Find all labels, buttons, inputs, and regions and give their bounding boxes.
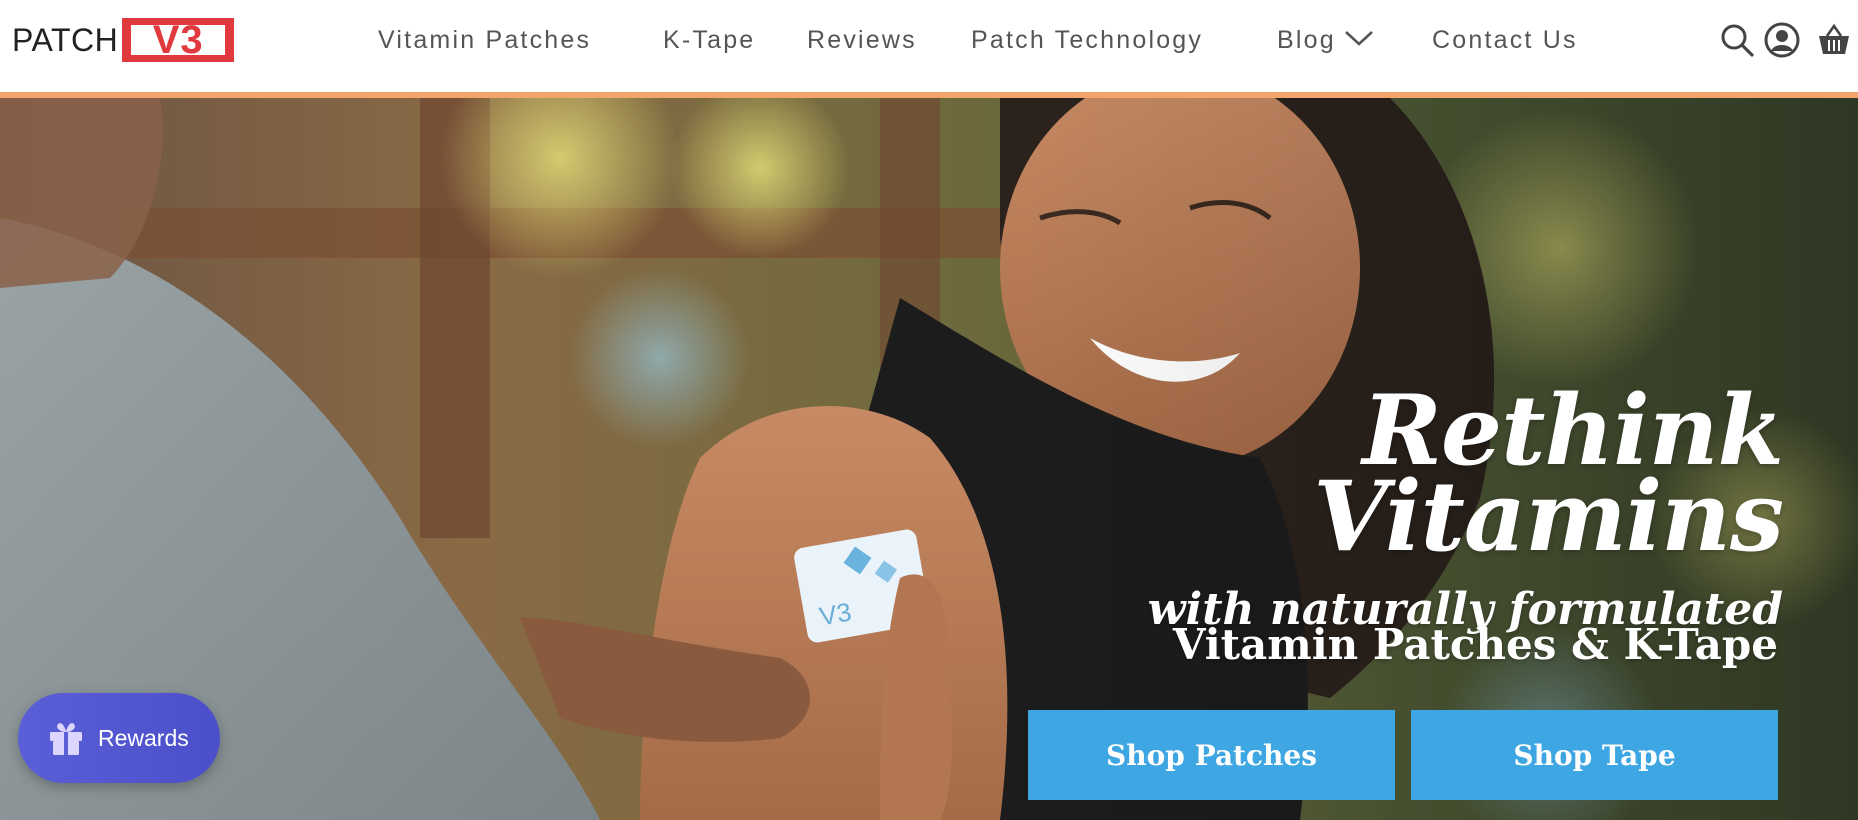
nav-item-patch-technology[interactable]: Patch Technology (971, 24, 1203, 56)
account-icon[interactable] (1764, 22, 1800, 58)
hero-headline-line2: Vitamins (1313, 460, 1784, 573)
hero-banner: V3 Rethink Vitamins with naturally formu… (0, 98, 1858, 820)
logo-badge-text: V3 (125, 18, 232, 62)
gift-icon (46, 718, 86, 758)
shop-tape-button[interactable]: Shop Tape (1411, 710, 1778, 800)
rewards-button[interactable]: Rewards (18, 693, 220, 783)
nav-item-vitamin-patches[interactable]: Vitamin Patches (378, 24, 591, 56)
logo-badge: V3 (122, 18, 235, 62)
shop-patches-button[interactable]: Shop Patches (1028, 710, 1395, 800)
logo-wordmark: PATCH (12, 22, 119, 58)
cart-icon[interactable] (1816, 22, 1852, 58)
chevron-down-icon (1344, 23, 1374, 55)
brand-logo[interactable]: PATCH V3 (12, 18, 235, 62)
hero-subheading-line2: Vitamin Patches & K-Tape (1172, 620, 1778, 669)
nav-item-blog-label: Blog (1277, 26, 1336, 54)
nav-item-reviews[interactable]: Reviews (807, 24, 917, 56)
search-icon[interactable] (1719, 22, 1755, 58)
hero-headline: Rethink Vitamins (1313, 383, 1784, 573)
rewards-label: Rewards (98, 724, 189, 751)
site-header: PATCH V3 Vitamin Patches K-Tape Reviews … (0, 0, 1858, 92)
nav-item-blog[interactable]: Blog (1277, 24, 1374, 56)
nav-item-contact-us[interactable]: Contact Us (1432, 24, 1578, 56)
nav-item-k-tape[interactable]: K-Tape (663, 24, 755, 56)
